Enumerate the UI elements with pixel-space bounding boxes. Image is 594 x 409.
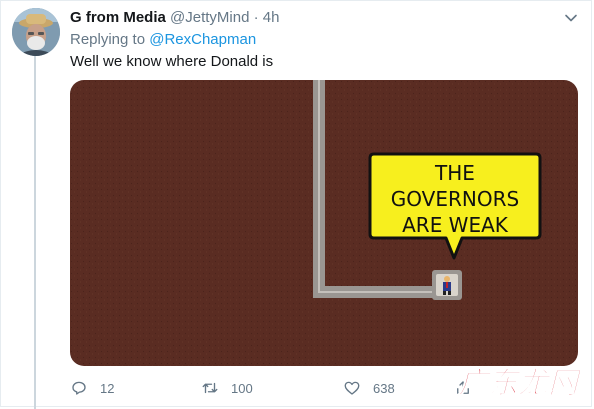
- tweet-text: Well we know where Donald is: [70, 53, 274, 70]
- tweet-header: G from Media @JettyMind · 4h: [70, 9, 279, 27]
- chevron-down-icon[interactable]: [563, 10, 579, 26]
- timestamp[interactable]: 4h: [263, 9, 280, 26]
- separator-dot: ·: [253, 9, 259, 26]
- like-button[interactable]: 638: [343, 378, 395, 398]
- avatar[interactable]: [12, 8, 60, 56]
- display-name[interactable]: G from Media: [70, 9, 166, 26]
- mention-link[interactable]: @RexChapman: [149, 31, 256, 48]
- user-handle[interactable]: @JettyMind: [170, 9, 249, 26]
- replying-to: Replying to @RexChapman: [70, 31, 256, 49]
- like-count: 638: [373, 380, 395, 396]
- tweet-media-image[interactable]: THE GOVERNORS ARE WEAK: [70, 80, 578, 366]
- reply-button[interactable]: 12: [70, 378, 114, 398]
- retweet-button[interactable]: 100: [201, 378, 253, 398]
- reply-icon: [72, 381, 86, 395]
- speech-bubble-line: ARE WEAK: [402, 213, 509, 237]
- speech-bubble-line: THE: [434, 161, 475, 185]
- cartoon-image: THE GOVERNORS ARE WEAK: [70, 80, 578, 366]
- heart-icon: [344, 381, 360, 395]
- watermark: 广东龙网: [458, 366, 579, 402]
- retweet-count: 100: [231, 380, 253, 396]
- thread-line: [34, 56, 36, 409]
- retweet-icon: [202, 382, 218, 394]
- reply-count: 12: [100, 380, 115, 396]
- speech-bubble-line: GOVERNORS: [391, 187, 519, 211]
- replying-prefix: Replying to: [70, 31, 150, 48]
